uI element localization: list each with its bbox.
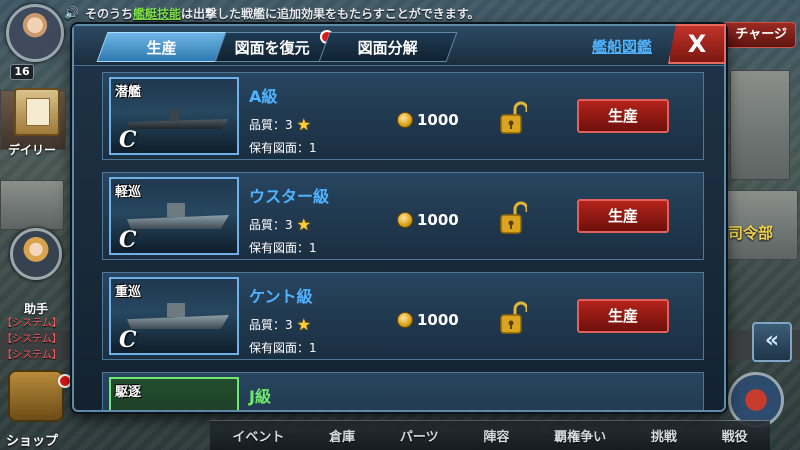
shop-label: ショップ — [6, 434, 59, 449]
nav-challenge[interactable]: 挑戦 — [651, 426, 677, 445]
cost-value: 1000 — [417, 211, 459, 229]
blueprint-count: 保有図面：1 — [249, 341, 317, 355]
ship-type-label: 潜艦 — [115, 85, 142, 100]
tab-restore-blueprint[interactable]: 図面を復元 — [214, 32, 332, 62]
star-icon: ★ — [296, 215, 311, 234]
quality-label: 品質：3 — [249, 218, 293, 232]
ship-rank-label: C — [119, 327, 137, 353]
assistant-avatar[interactable] — [10, 228, 62, 280]
ship-rank-label: C — [119, 227, 137, 253]
ship-type-label: 駆逐 — [115, 385, 142, 400]
tab-label: 図面分解 — [357, 39, 418, 57]
unlocked-padlock-icon — [500, 201, 527, 234]
bottom-nav: イベント 倉庫 パーツ 陣容 覇権争い 挑戦 戦役 — [210, 420, 770, 450]
headquarters-label[interactable]: 司令部 — [728, 222, 773, 243]
charge-button[interactable]: チャージ — [722, 22, 796, 48]
heavy-cruiser-icon — [127, 315, 229, 329]
cost: 1000 — [397, 111, 459, 129]
shop-notification-dot — [58, 374, 72, 388]
ship-thumbnail[interactable]: 重巡 C — [109, 277, 239, 355]
nav-campaign[interactable]: 戦役 — [722, 426, 748, 445]
produce-button[interactable]: 生産 — [577, 99, 669, 133]
star-icon: ★ — [296, 315, 311, 334]
quality-row: 品質：3 ★ — [249, 315, 311, 334]
log-line: 【システム】 — [2, 334, 62, 345]
ship-catalog-link[interactable]: 艦船図鑑 — [592, 36, 652, 57]
tab-produce[interactable]: 生産 — [96, 32, 228, 62]
collapse-arrow-icon[interactable]: « — [752, 322, 792, 362]
coin-icon — [397, 312, 413, 328]
nav-hegemony[interactable]: 覇権争い — [554, 426, 606, 445]
daily-mission-icon[interactable] — [14, 88, 60, 136]
ship-type-label: 軽巡 — [115, 185, 142, 200]
cost: 1000 — [397, 211, 459, 229]
ship-name: ケント級 — [249, 287, 313, 306]
ticker-suffix: は出撃した戦艦に追加効果をもたらすことができます。 — [180, 6, 480, 21]
log-line: 【システム】 — [2, 318, 62, 329]
ship-name: ウスター級 — [249, 187, 330, 206]
log-line: 【システム】 — [2, 350, 62, 361]
tab-label: 図面を復元 — [235, 39, 311, 57]
quality-label: 品質：3 — [249, 318, 293, 332]
blueprint-count: 保有図面：1 — [249, 241, 317, 255]
quality-row: 品質：3 ★ — [249, 215, 311, 234]
unlocked-padlock-icon — [500, 301, 527, 334]
ship-production-modal: 生産 図面を復元 図面分解 艦船図鑑 X 潜艦 C A級 品質：3 ★ 保有図面… — [72, 24, 726, 412]
ship-row: 潜艦 C A級 品質：3 ★ 保有図面：1 1000 生産 — [102, 72, 704, 160]
coin-icon — [397, 212, 413, 228]
coin-icon — [397, 112, 413, 128]
cost-value: 1000 — [417, 111, 459, 129]
ship-name: A級 — [249, 87, 278, 106]
modal-header: 生産 図面を復元 図面分解 艦船図鑑 X — [74, 24, 726, 66]
ship-row: 重巡 C ケント級 品質：3 ★ 保有図面：1 1000 生産 — [102, 272, 704, 360]
quality-row: 品質：3 ★ — [249, 115, 311, 134]
cost: 1000 — [397, 311, 459, 329]
conning-tower — [169, 109, 179, 121]
ship-row: 軽巡 C ウスター級 品質：3 ★ 保有図面：1 1000 生産 — [102, 172, 704, 260]
quality-label: 品質：3 — [249, 118, 293, 132]
nav-parts[interactable]: パーツ — [400, 426, 439, 445]
ship-thumbnail[interactable]: 軽巡 C — [109, 177, 239, 255]
building — [730, 70, 790, 180]
produce-button[interactable]: 生産 — [577, 299, 669, 333]
produce-button[interactable]: 生産 — [577, 199, 669, 233]
cruiser-icon — [127, 215, 229, 229]
shop-chest-icon[interactable] — [8, 370, 64, 422]
announcement-ticker: 🔊 そのうち 艦艇技能 は出撃した戦艦に追加効果をもたらすことができます。 — [64, 0, 704, 26]
ticker-prefix: そのうち — [84, 6, 133, 21]
unlocked-padlock-icon — [500, 101, 527, 134]
daily-label: デイリー — [8, 143, 57, 157]
nav-warehouse[interactable]: 倉庫 — [329, 426, 355, 445]
ship-thumbnail[interactable]: 駆逐 — [109, 377, 239, 410]
ship-superstructure — [167, 203, 185, 217]
speaker-icon: 🔊 — [64, 6, 79, 20]
cost-value: 1000 — [417, 311, 459, 329]
nav-formation[interactable]: 陣容 — [483, 426, 509, 445]
assistant-label: 助手 — [24, 302, 49, 316]
ticker-link[interactable]: 艦艇技能 — [133, 5, 181, 22]
level-badge: 16 — [10, 64, 34, 80]
ship-type-label: 重巡 — [115, 285, 142, 300]
close-button[interactable]: X — [668, 24, 726, 64]
star-icon: ★ — [296, 115, 311, 134]
blueprint-count: 保有図面：1 — [249, 141, 317, 155]
ship-row: 駆逐 J級 — [102, 372, 704, 410]
ship-list[interactable]: 潜艦 C A級 品質：3 ★ 保有図面：1 1000 生産 軽巡 C ウスター級… — [102, 72, 704, 410]
ship-name: J級 — [249, 387, 271, 406]
building — [0, 180, 64, 230]
nav-event[interactable]: イベント — [232, 426, 284, 445]
ship-superstructure — [167, 303, 185, 317]
ship-rank-label: C — [119, 127, 137, 153]
commander-avatar[interactable] — [6, 4, 64, 62]
tab-label: 生産 — [146, 39, 177, 57]
tab-disassemble-blueprint[interactable]: 図面分解 — [318, 32, 458, 62]
ship-thumbnail[interactable]: 潜艦 C — [109, 77, 239, 155]
system-log: 【システム】 【システム】 【システム】 — [2, 316, 62, 364]
